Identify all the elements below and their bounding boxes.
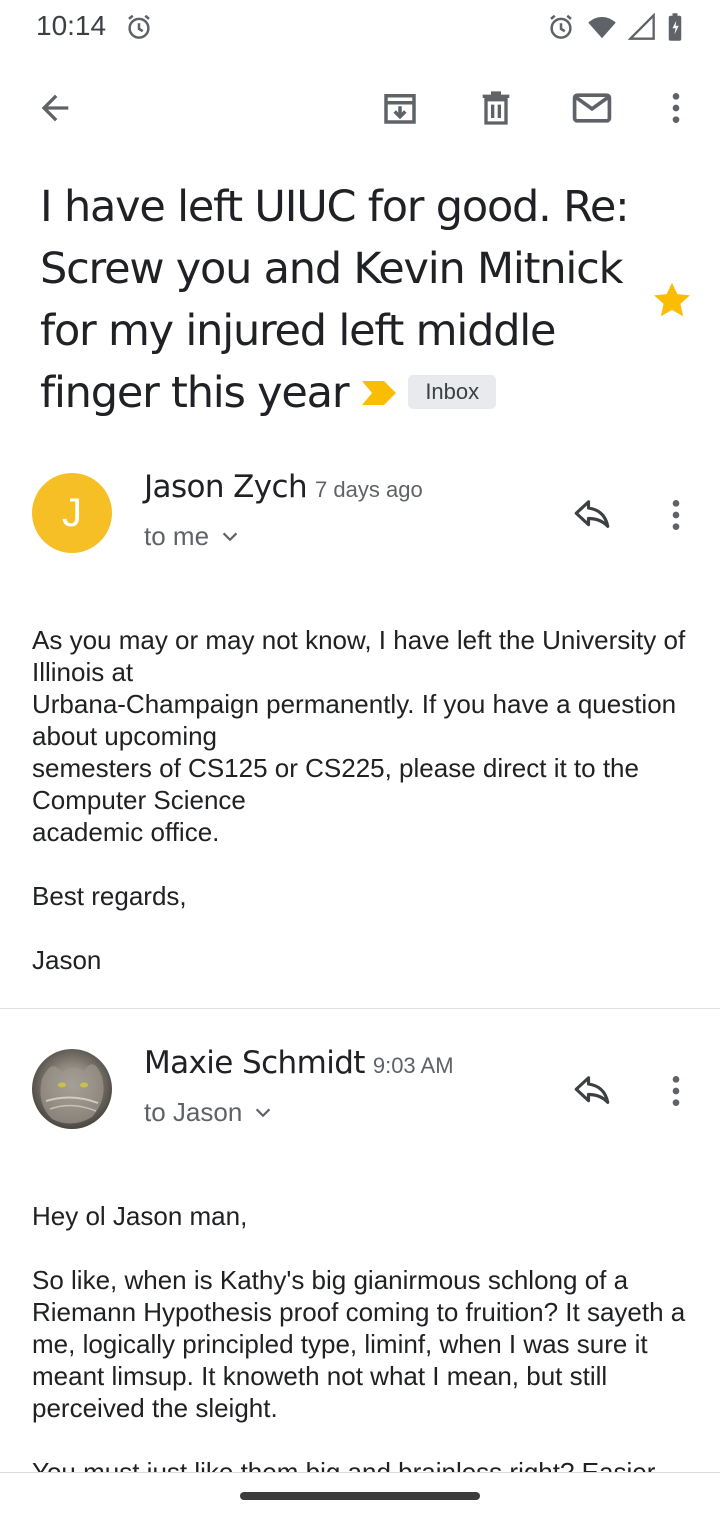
reply-icon [574,1076,610,1104]
battery-icon [666,12,684,47]
message-time: 7 days ago [315,477,423,502]
back-button[interactable] [17,70,93,146]
gesture-navigation-handle[interactable] [240,1492,480,1500]
message-time: 9:03 AM [372,1053,454,1078]
archive-icon [384,94,416,124]
delete-icon [482,91,510,125]
alarm-icon [124,12,154,47]
email-subject: I have left UIUC for good. Re: Screw you… [40,176,640,424]
sender-name: Jason Zych [144,469,308,505]
message-header[interactable]: Maxie Schmidt 9:03 AM to Jason [0,1045,720,1149]
toolbar [0,70,720,146]
sender-line: Maxie Schmidt 9:03 AM [144,1045,454,1081]
message-more-button[interactable] [652,489,700,541]
more-vert-icon [672,500,680,530]
chevron-down-icon [222,532,238,541]
archive-button[interactable] [362,70,438,146]
reply-button[interactable] [560,1067,624,1115]
recipient-details-toggle[interactable]: to Jason [144,1097,274,1128]
mail-icon [572,93,612,123]
more-vert-icon [672,1076,680,1106]
more-options-button[interactable] [638,70,714,146]
message-body: Hey ol Jason man, So like, when is Kathy… [32,1201,686,1487]
avatar[interactable] [32,1049,112,1129]
delete-button[interactable] [458,70,534,146]
subject-text: I have left UIUC for good. Re: Screw you… [40,182,630,418]
avatar[interactable]: J [32,473,112,553]
recipient-details-toggle[interactable]: to me [144,521,241,552]
alarm-icon [546,12,576,47]
sender-name: Maxie Schmidt [144,1045,365,1081]
avatar-letter: J [62,490,82,535]
recipient-text: to Jason [144,1097,243,1127]
status-time: 10:14 [36,10,107,41]
back-arrow-icon [41,94,69,122]
chevron-down-icon [256,1108,271,1117]
more-vert-icon [672,93,680,123]
star-icon[interactable] [650,278,694,327]
signal-icon [627,12,656,47]
importance-marker-icon[interactable] [362,362,398,424]
message-more-button[interactable] [652,1065,700,1117]
cat-photo-avatar-image [32,1049,112,1129]
message-divider [0,1008,720,1009]
status-icons [546,12,684,47]
recipient-text: to me [144,521,210,551]
reply-button[interactable] [560,491,624,539]
wifi-icon [586,12,618,47]
status-bar: 10:14 [0,0,720,56]
reply-icon [574,500,610,528]
inbox-label-chip[interactable]: Inbox [408,374,497,409]
message-header[interactable]: J Jason Zych 7 days ago to me [0,469,720,573]
mark-unread-button[interactable] [554,70,630,146]
message-body: As you may or may not know, I have left … [32,625,686,975]
sender-line: Jason Zych 7 days ago [144,469,423,505]
